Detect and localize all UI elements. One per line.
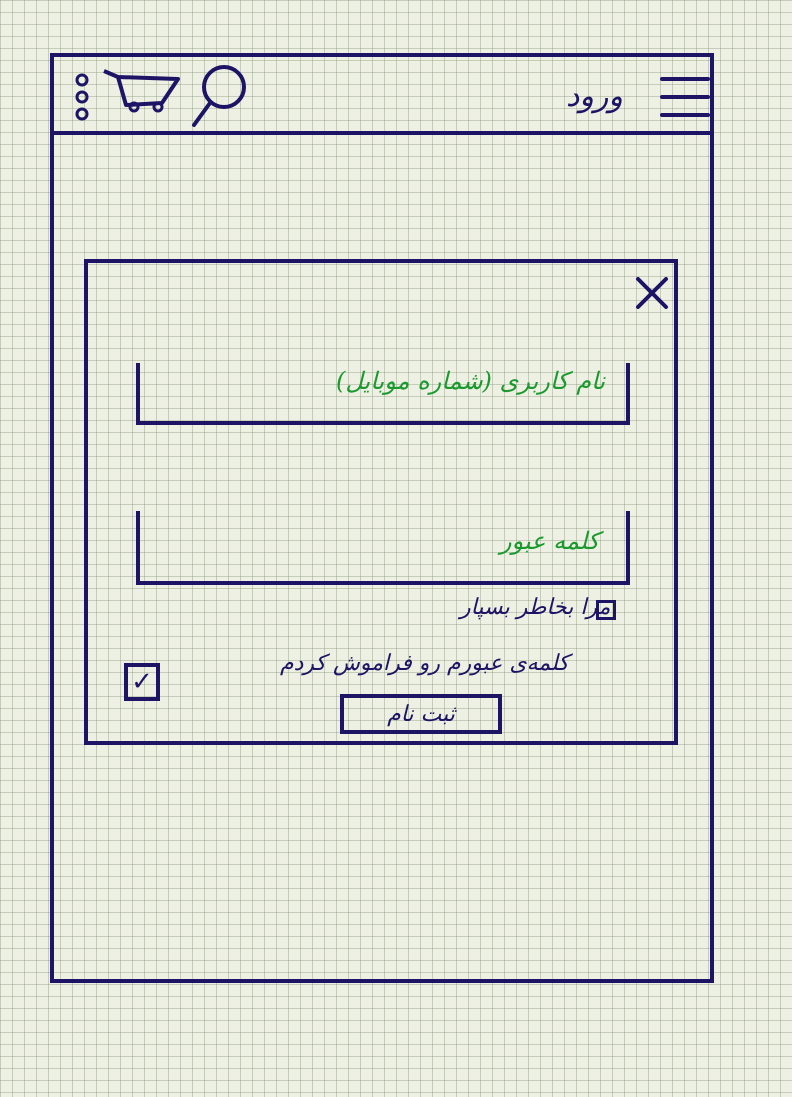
forgot-password-link[interactable]: کلمه‌ی عبورم رو فراموش کردم — [280, 651, 569, 676]
menu-icon[interactable] — [660, 75, 710, 119]
phone-frame: ورود نام کاربری (شماره موبایل) کلمه عبور… — [50, 53, 714, 983]
app-header: ورود — [54, 57, 710, 135]
close-icon[interactable] — [634, 275, 670, 311]
password-field[interactable]: کلمه عبور — [136, 511, 630, 585]
submit-button-label: ثبت نام — [387, 701, 455, 727]
remember-me-checkbox[interactable] — [596, 600, 616, 620]
remember-me-label: مرا بخاطر بسپار — [460, 595, 611, 620]
page-title: ورود — [566, 79, 623, 114]
checkmark-icon: ✓ — [131, 667, 153, 697]
agreement-checkbox[interactable]: ✓ — [124, 663, 160, 701]
search-icon[interactable] — [188, 63, 250, 129]
submit-button[interactable]: ثبت نام — [340, 694, 502, 734]
username-field[interactable]: نام کاربری (شماره موبایل) — [136, 363, 630, 425]
more-vertical-icon[interactable] — [72, 73, 92, 121]
login-dialog: نام کاربری (شماره موبایل) کلمه عبور مرا … — [84, 259, 678, 745]
password-placeholder: کلمه عبور — [500, 527, 600, 555]
cart-icon[interactable] — [100, 67, 182, 115]
username-placeholder: نام کاربری (شماره موبایل) — [336, 367, 606, 395]
